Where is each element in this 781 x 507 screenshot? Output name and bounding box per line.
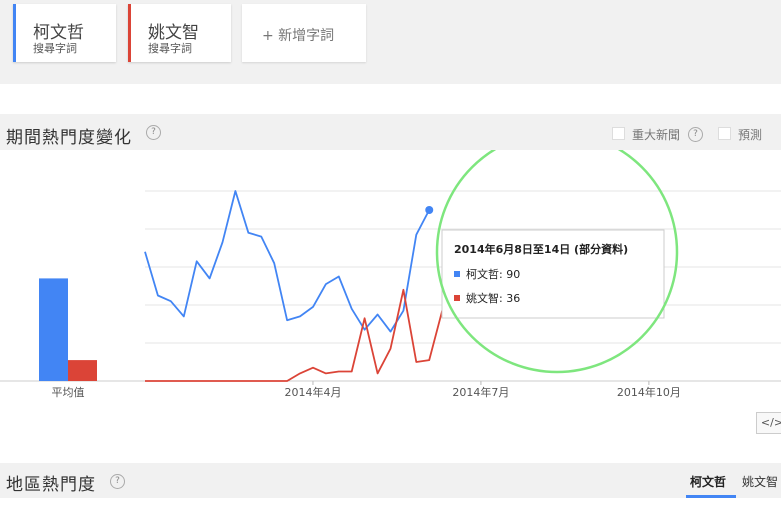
tab-term-1[interactable]: 柯文哲 [690,473,726,490]
add-term-label: + 新增字詞 [262,28,335,44]
x-tick-label: 2014年10月 [617,385,681,399]
add-term-button[interactable]: + 新增字詞 [242,4,366,62]
embed-button[interactable]: </> [756,412,781,434]
tooltip-value: 柯文哲: 90 [466,267,520,281]
term-color-bar [128,4,131,62]
help-icon[interactable]: ? [146,125,161,140]
tooltip-title: 2014年6月8日至14日 (部分資料) [454,242,628,256]
section-title: 地區熱門度 [6,475,96,495]
average-bar [68,360,97,381]
interest-chart: 平均值 2014年4月 2014年7月 2014年10月 2014年6月8日至14日 (… [0,130,781,410]
interest-over-time-header: 期間熱門度變化 ? 重大新聞 ? 預測 [0,114,781,150]
chart-svg: 平均值 2014年4月 2014年7月 2014年10月 2014年6月8日至14日 (… [0,130,781,399]
tab-term-2[interactable]: 姚文智 [742,473,778,490]
forecast-label: 預測 [738,128,763,142]
search-term-card-2[interactable]: 姚文智 搜尋字詞 [128,4,231,62]
x-tick-label: 2014年7月 [452,385,509,399]
active-tab-indicator [686,495,736,498]
average-bar [39,278,68,381]
series-end-point [425,206,434,214]
section-title: 期間熱門度變化 [6,128,132,148]
regional-interest-header: 地區熱門度 ? [0,463,781,498]
series-line [145,288,456,382]
help-icon[interactable]: ? [688,127,703,142]
tooltip-value: 姚文智: 36 [466,291,520,305]
term-color-bar [13,4,16,62]
tooltip-swatch [454,295,460,301]
tooltip-swatch [454,271,460,277]
x-tick-label: 2014年4月 [284,385,341,399]
search-term-card-1[interactable]: 柯文哲 搜尋字詞 [13,4,116,62]
spacer [0,84,781,114]
search-terms-bar [0,0,781,84]
average-label: 平均值 [52,386,85,399]
headlines-checkbox[interactable] [612,127,625,140]
term-type: 搜尋字詞 [33,42,77,55]
forecast-checkbox[interactable] [718,127,731,140]
series-line [144,190,430,333]
help-icon[interactable]: ? [110,474,125,489]
headlines-label: 重大新聞 [632,128,681,142]
term-type: 搜尋字詞 [148,42,192,55]
